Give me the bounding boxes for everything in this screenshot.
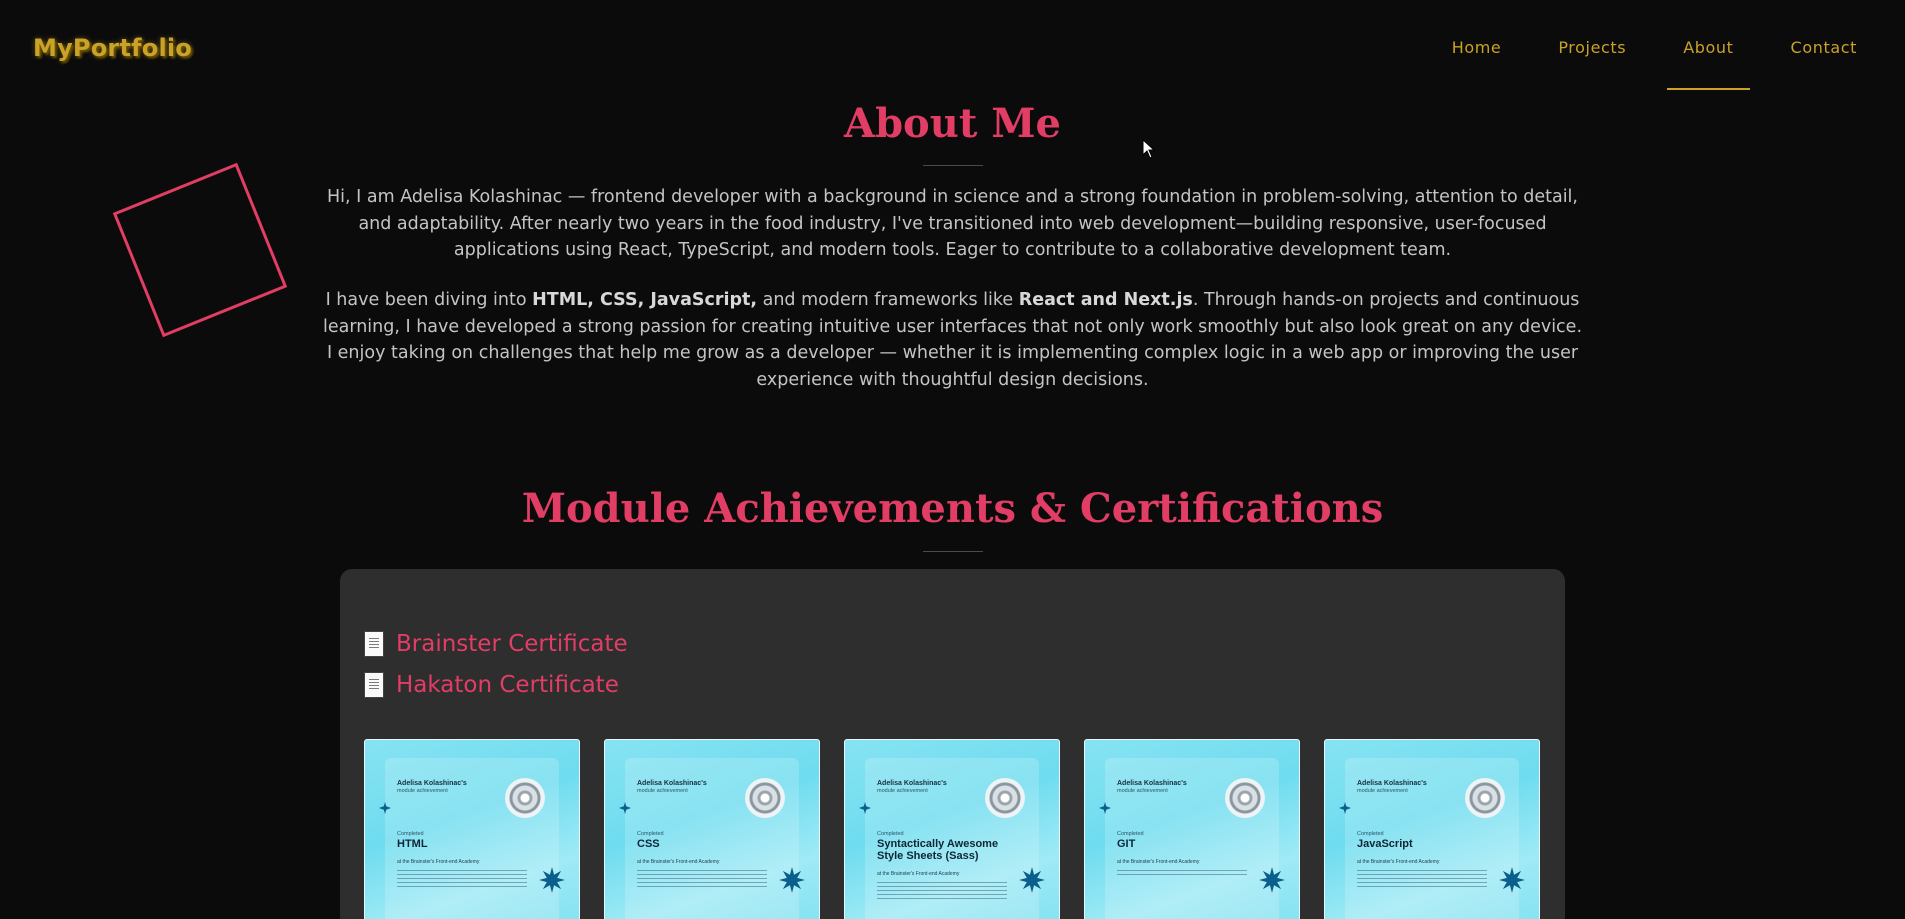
card-subtitle: module achievement bbox=[637, 788, 688, 794]
star-seal-icon bbox=[1499, 867, 1525, 893]
document-icon bbox=[364, 631, 384, 657]
badge-disc-icon bbox=[1465, 778, 1505, 818]
about-p2-skills: HTML, CSS, JavaScript, bbox=[532, 290, 758, 310]
star-icon bbox=[1339, 802, 1351, 814]
card-completed: Completed bbox=[637, 831, 664, 837]
about-p2-text: I have been diving into bbox=[325, 290, 533, 310]
card-completed: Completed bbox=[1357, 831, 1384, 837]
brainster-certificate-link[interactable]: Brainster Certificate bbox=[364, 631, 628, 657]
card-subtitle: module achievement bbox=[397, 788, 448, 794]
badge-disc-icon bbox=[1225, 778, 1265, 818]
card-completed: Completed bbox=[397, 831, 424, 837]
certificate-card-javascript[interactable]: Adelisa Kolashinac's module achievement … bbox=[1324, 739, 1540, 919]
certificate-cards: Adelisa Kolashinac's module achievement … bbox=[364, 739, 1564, 919]
badge-disc-icon bbox=[505, 778, 545, 818]
hakaton-certificate-link[interactable]: Hakaton Certificate bbox=[364, 672, 619, 698]
certificate-card-html[interactable]: Adelisa Kolashinac's module achievement … bbox=[364, 739, 580, 919]
card-description bbox=[637, 870, 767, 888]
card-name: Adelisa Kolashinac's bbox=[1117, 780, 1187, 787]
star-seal-icon bbox=[1259, 867, 1285, 893]
certificate-link-label: Hakaton Certificate bbox=[396, 672, 619, 698]
card-description bbox=[1357, 870, 1487, 888]
card-academy: at the Brainster's Front-end Academy bbox=[1357, 859, 1440, 865]
nav-links: Home Projects About Contact bbox=[1395, 38, 1857, 90]
certificate-card-sass[interactable]: Adelisa Kolashinac's module achievement … bbox=[844, 739, 1060, 919]
about-paragraph-1: Hi, I am Adelisa Kolashinac — frontend d… bbox=[327, 187, 1578, 260]
card-name: Adelisa Kolashinac's bbox=[637, 780, 707, 787]
about-p2-text: and modern frameworks like bbox=[757, 290, 1019, 310]
achievements-divider bbox=[923, 551, 983, 552]
document-icon bbox=[364, 672, 384, 698]
card-title: Syntactically Awesome Style Sheets (Sass… bbox=[877, 838, 999, 862]
mouse-cursor-icon bbox=[1142, 139, 1156, 159]
certificate-link-label: Brainster Certificate bbox=[396, 631, 628, 657]
card-academy: at the Brainster's Front-end Academy bbox=[637, 859, 720, 865]
nav-link-projects[interactable]: Projects bbox=[1558, 38, 1626, 57]
card-subtitle: module achievement bbox=[877, 788, 928, 794]
card-subtitle: module achievement bbox=[1357, 788, 1408, 794]
card-title: JavaScript bbox=[1357, 838, 1413, 850]
about-p2-frameworks: React and Next.js bbox=[1018, 290, 1193, 310]
card-description bbox=[877, 882, 1007, 900]
achievements-title: Module Achievements & Certifications bbox=[521, 485, 1384, 532]
star-seal-icon bbox=[539, 867, 565, 893]
about-divider bbox=[923, 165, 983, 166]
card-academy: at the Brainster's Front-end Academy bbox=[877, 871, 960, 877]
card-subtitle: module achievement bbox=[1117, 788, 1168, 794]
nav-link-about[interactable]: About bbox=[1667, 38, 1750, 90]
card-description bbox=[1117, 870, 1247, 875]
nav-link-home[interactable]: Home bbox=[1452, 38, 1502, 57]
decorative-square bbox=[112, 162, 288, 338]
certificate-card-css[interactable]: Adelisa Kolashinac's module achievement … bbox=[604, 739, 820, 919]
star-seal-icon bbox=[1019, 867, 1045, 893]
certifications-panel: Brainster Certificate Hakaton Certificat… bbox=[340, 569, 1565, 919]
top-nav: MyPortfolio Home Projects About Contact bbox=[0, 0, 1905, 92]
star-icon bbox=[859, 802, 871, 814]
card-description bbox=[397, 870, 527, 888]
star-icon bbox=[1099, 802, 1111, 814]
card-title: CSS bbox=[637, 838, 660, 850]
star-icon bbox=[619, 802, 631, 814]
certificate-card-git[interactable]: Adelisa Kolashinac's module achievement … bbox=[1084, 739, 1300, 919]
star-icon bbox=[379, 802, 391, 814]
star-seal-icon bbox=[779, 867, 805, 893]
card-name: Adelisa Kolashinac's bbox=[877, 780, 947, 787]
card-name: Adelisa Kolashinac's bbox=[1357, 780, 1427, 787]
card-academy: at the Brainster's Front-end Academy bbox=[397, 859, 480, 865]
card-academy: at the Brainster's Front-end Academy bbox=[1117, 859, 1200, 865]
card-name: Adelisa Kolashinac's bbox=[397, 780, 467, 787]
about-paragraph-2: I have been diving into HTML, CSS, JavaS… bbox=[320, 287, 1585, 393]
card-title: HTML bbox=[397, 838, 428, 850]
badge-disc-icon bbox=[745, 778, 785, 818]
badge-disc-icon bbox=[985, 778, 1025, 818]
about-title: About Me bbox=[844, 100, 1061, 147]
nav-link-contact[interactable]: Contact bbox=[1791, 38, 1857, 57]
site-logo[interactable]: MyPortfolio bbox=[33, 34, 192, 62]
card-title: GIT bbox=[1117, 838, 1136, 850]
card-completed: Completed bbox=[877, 831, 904, 837]
card-completed: Completed bbox=[1117, 831, 1144, 837]
